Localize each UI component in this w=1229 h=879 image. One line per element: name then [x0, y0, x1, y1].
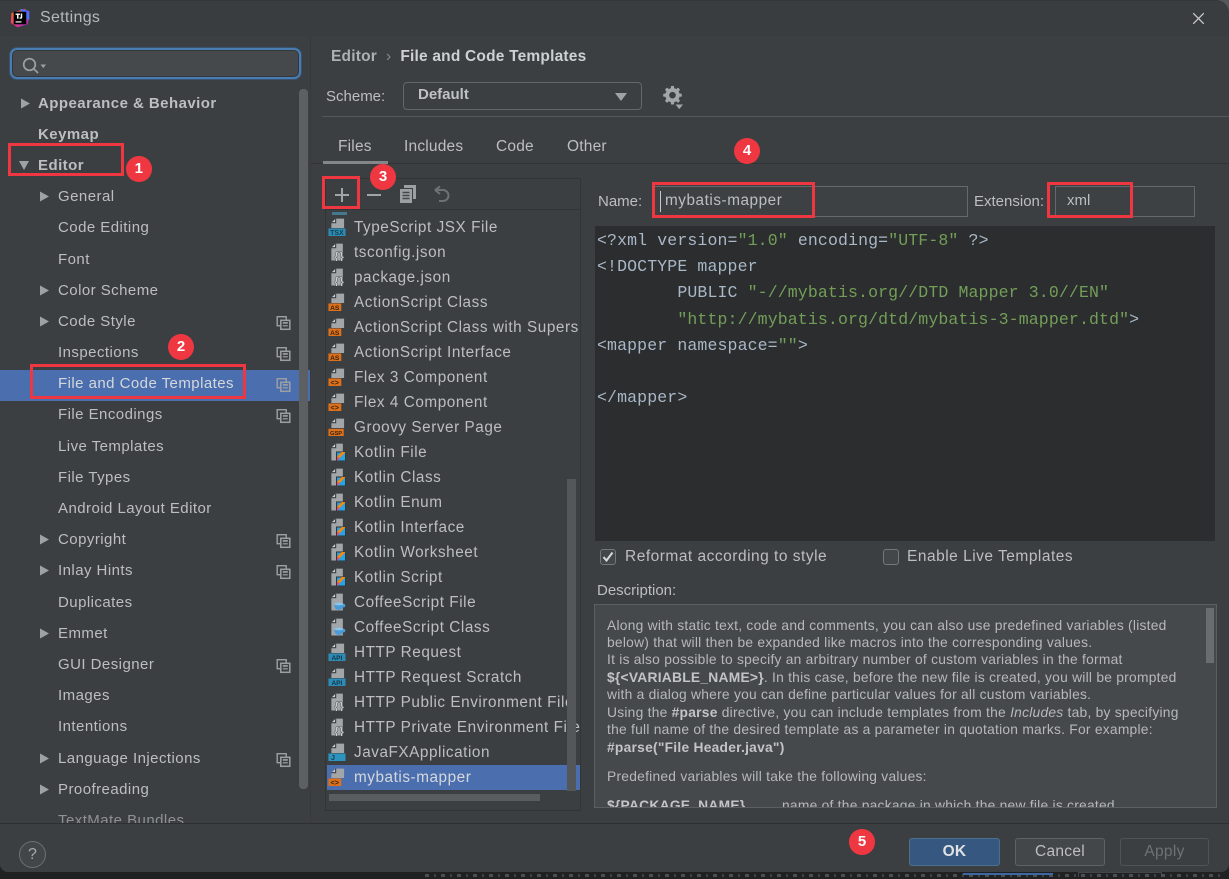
- svg-text:{}: {}: [334, 698, 344, 710]
- svg-text:J: J: [331, 753, 335, 761]
- svg-text:<>: <>: [331, 403, 339, 411]
- svg-text:{}: {}: [334, 273, 344, 285]
- svg-text:API: API: [331, 679, 342, 685]
- svg-text:TSX: TSX: [330, 229, 344, 235]
- svg-text:GSP: GSP: [330, 430, 342, 435]
- svg-text:API: API: [331, 654, 342, 660]
- svg-text:{}: {}: [334, 723, 344, 735]
- svg-text:{}: {}: [334, 248, 344, 260]
- svg-text:AS: AS: [330, 304, 340, 310]
- svg-text:AS: AS: [330, 329, 340, 335]
- svg-text:<>: <>: [331, 778, 339, 786]
- svg-text:<>: <>: [331, 378, 339, 386]
- svg-text:AS: AS: [330, 354, 340, 360]
